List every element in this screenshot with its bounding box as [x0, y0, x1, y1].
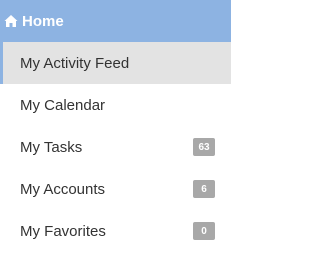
count-badge: 0 — [193, 222, 215, 240]
nav-item-label: My Tasks — [20, 138, 83, 156]
nav-item-calendar[interactable]: My Calendar — [0, 84, 231, 126]
home-icon — [4, 14, 18, 28]
nav-header-home[interactable]: Home — [0, 0, 231, 42]
side-navigation: Home My Activity Feed My Calendar My Tas… — [0, 0, 231, 272]
nav-item-label: My Activity Feed — [20, 54, 130, 72]
nav-item-label: My Accounts — [20, 180, 106, 198]
nav-item-activity-feed[interactable]: My Activity Feed — [0, 42, 231, 84]
nav-item-label: My Calendar — [20, 96, 106, 114]
count-badge: 6 — [193, 180, 215, 198]
count-badge: 63 — [193, 138, 215, 156]
nav-item-tasks[interactable]: My Tasks 63 — [0, 126, 231, 168]
nav-header-label: Home — [22, 12, 64, 30]
nav-item-label: My Favorites — [20, 222, 106, 240]
nav-item-accounts[interactable]: My Accounts 6 — [0, 168, 231, 210]
nav-item-favorites[interactable]: My Favorites 0 — [0, 210, 231, 252]
